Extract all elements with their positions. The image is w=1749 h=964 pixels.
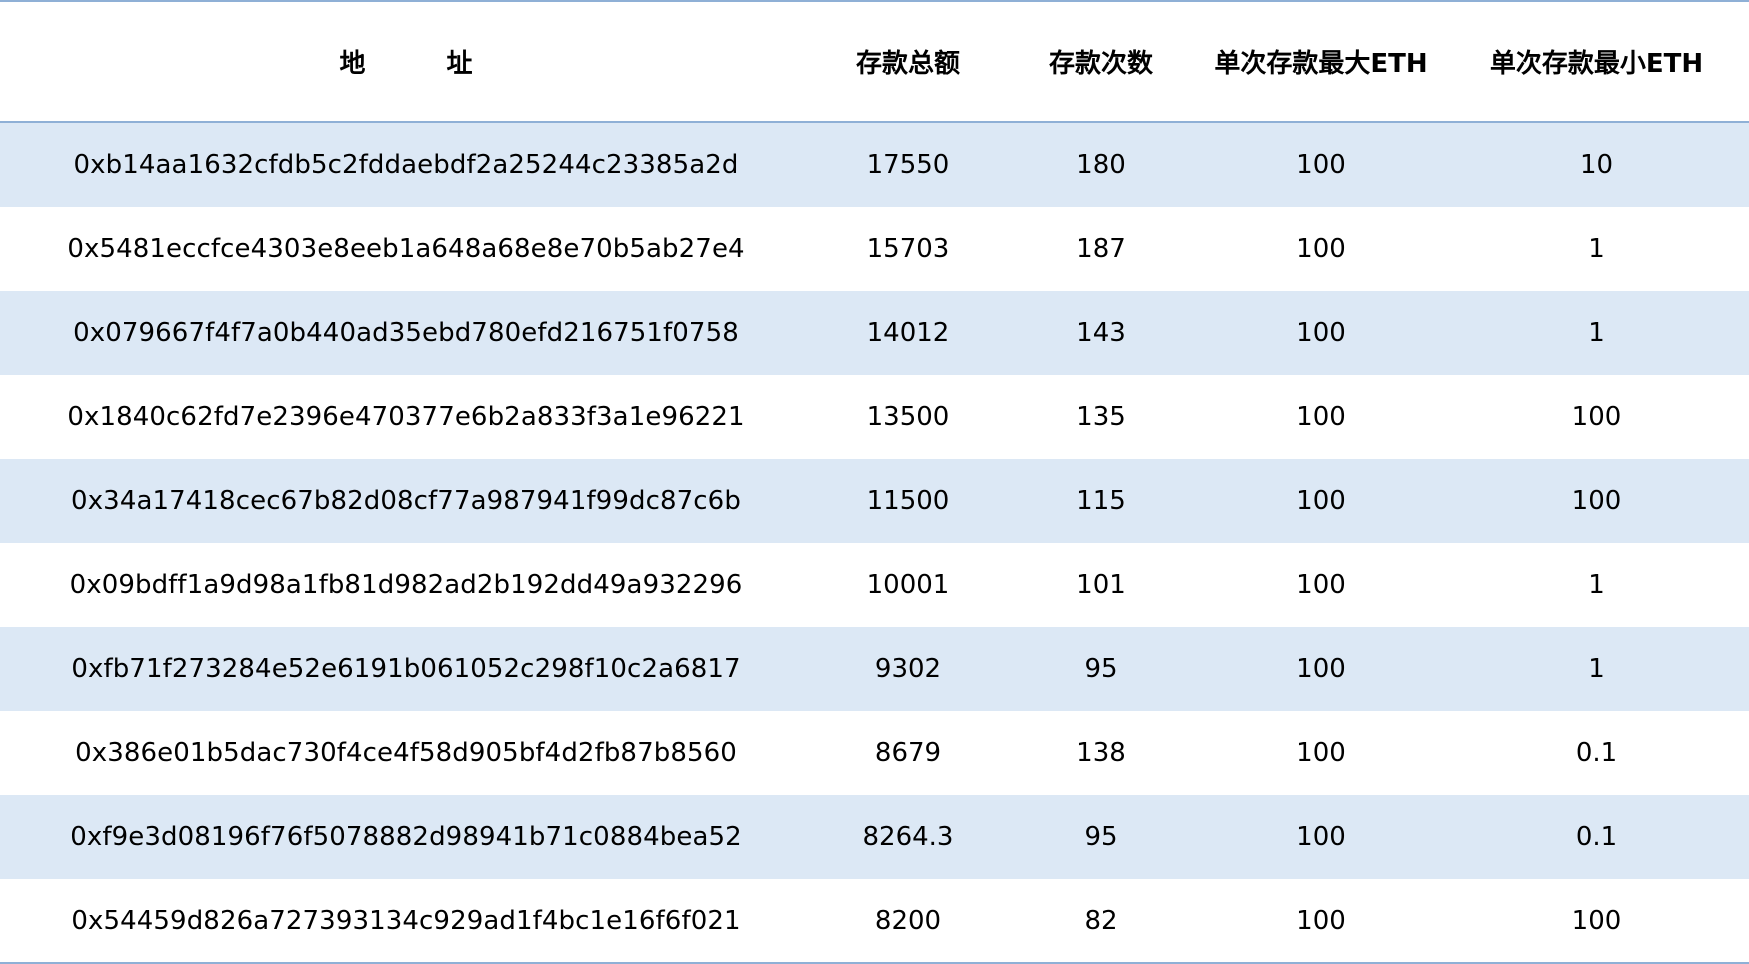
cell-max-eth: 100 (1296, 906, 1346, 936)
cell-count: 135 (1076, 402, 1126, 432)
table-row: 0xfb71f273284e52e6191b061052c298f10c2a68… (0, 627, 1749, 711)
cell-max-eth: 100 (1296, 402, 1346, 432)
cell-min-eth: 100 (1571, 906, 1622, 936)
cell-max-eth: 100 (1198, 627, 1444, 711)
cell-count: 187 (1076, 234, 1126, 264)
cell-count: 95 (1004, 627, 1198, 711)
cell-min-eth: 10 (1444, 122, 1749, 207)
cell-address: 0x34a17418cec67b82d08cf77a987941f99dc87c… (0, 459, 812, 543)
cell-address: 0x09bdff1a9d98a1fb81d982ad2b192dd49a9322… (69, 570, 743, 600)
cell-total: 10001 (866, 570, 950, 600)
cell-address: 0xb14aa1632cfdb5c2fddaebdf2a25244c23385a… (0, 122, 812, 207)
header-min-eth: 单次存款最小ETH (1444, 2, 1749, 123)
cell-max-eth: 100 (1198, 795, 1444, 879)
cell-total: 17550 (812, 122, 1004, 207)
cell-max-eth: 100 (1198, 122, 1444, 207)
cell-count: 82 (1084, 906, 1118, 936)
deposit-table: 地 址 存款总额 存款次数 单次存款最大ETH 单次存款最小ETH 0xb14a… (0, 2, 1749, 963)
cell-min-eth: 1 (1588, 570, 1605, 600)
cell-count: 138 (1076, 738, 1126, 768)
deposit-table-container: 地 址 存款总额 存款次数 单次存款最大ETH 单次存款最小ETH 0xb14a… (0, 0, 1749, 964)
cell-max-eth: 100 (1198, 459, 1444, 543)
header-total: 存款总额 (812, 2, 1004, 123)
header-count: 存款次数 (1004, 2, 1198, 123)
cell-min-eth: 100 (1571, 402, 1622, 432)
cell-min-eth: 1 (1588, 234, 1605, 264)
cell-min-eth: 0.1 (1575, 738, 1618, 768)
table-row: 0xf9e3d08196f76f5078882d98941b71c0884bea… (0, 795, 1749, 879)
cell-address: 0xfb71f273284e52e6191b061052c298f10c2a68… (0, 627, 812, 711)
cell-total: 13500 (866, 402, 950, 432)
table-row: 0x09bdff1a9d98a1fb81d982ad2b192dd49a9322… (0, 543, 1749, 627)
cell-max-eth: 100 (1198, 291, 1444, 375)
cell-address: 0x54459d826a727393134c929ad1f4bc1e16f6f0… (71, 906, 741, 936)
cell-min-eth: 1 (1444, 627, 1749, 711)
cell-count: 101 (1076, 570, 1126, 600)
header-address: 地 址 (0, 2, 812, 123)
cell-total: 8679 (874, 738, 942, 768)
cell-total: 14012 (812, 291, 1004, 375)
cell-count: 143 (1004, 291, 1198, 375)
cell-count: 180 (1004, 122, 1198, 207)
cell-min-eth: 1 (1444, 291, 1749, 375)
cell-min-eth: 100 (1444, 459, 1749, 543)
table-body: 0xb14aa1632cfdb5c2fddaebdf2a25244c23385a… (0, 122, 1749, 963)
header-max-eth: 单次存款最大ETH (1198, 2, 1444, 123)
header-row: 地 址 存款总额 存款次数 单次存款最大ETH 单次存款最小ETH (0, 2, 1749, 123)
cell-max-eth: 100 (1296, 570, 1346, 600)
table-row: 0x5481eccfce4303e8eeb1a648a68e8e70b5ab27… (0, 207, 1749, 291)
cell-min-eth: 0.1 (1444, 795, 1749, 879)
table-row: 0x1840c62fd7e2396e470377e6b2a833f3a1e962… (0, 375, 1749, 459)
cell-total: 8200 (874, 906, 942, 936)
cell-total: 11500 (812, 459, 1004, 543)
cell-count: 95 (1004, 795, 1198, 879)
table-row: 0x386e01b5dac730f4ce4f58d905bf4d2fb87b85… (0, 711, 1749, 795)
cell-address: 0xf9e3d08196f76f5078882d98941b71c0884bea… (0, 795, 812, 879)
cell-address: 0x5481eccfce4303e8eeb1a648a68e8e70b5ab27… (67, 234, 745, 264)
cell-max-eth: 100 (1296, 234, 1346, 264)
table-row: 0x079667f4f7a0b440ad35ebd780efd216751f07… (0, 291, 1749, 375)
table-header: 地 址 存款总额 存款次数 单次存款最大ETH 单次存款最小ETH (0, 2, 1749, 123)
table-row: 0x34a17418cec67b82d08cf77a987941f99dc87c… (0, 459, 1749, 543)
cell-address: 0x079667f4f7a0b440ad35ebd780efd216751f07… (0, 291, 812, 375)
cell-total: 15703 (866, 234, 950, 264)
cell-address: 0x1840c62fd7e2396e470377e6b2a833f3a1e962… (67, 402, 745, 432)
cell-count: 115 (1004, 459, 1198, 543)
cell-total: 9302 (812, 627, 1004, 711)
cell-total: 8264.3 (812, 795, 1004, 879)
table-row: 0x54459d826a727393134c929ad1f4bc1e16f6f0… (0, 879, 1749, 963)
cell-max-eth: 100 (1296, 738, 1346, 768)
table-row: 0xb14aa1632cfdb5c2fddaebdf2a25244c23385a… (0, 122, 1749, 207)
cell-address: 0x386e01b5dac730f4ce4f58d905bf4d2fb87b85… (75, 738, 737, 768)
